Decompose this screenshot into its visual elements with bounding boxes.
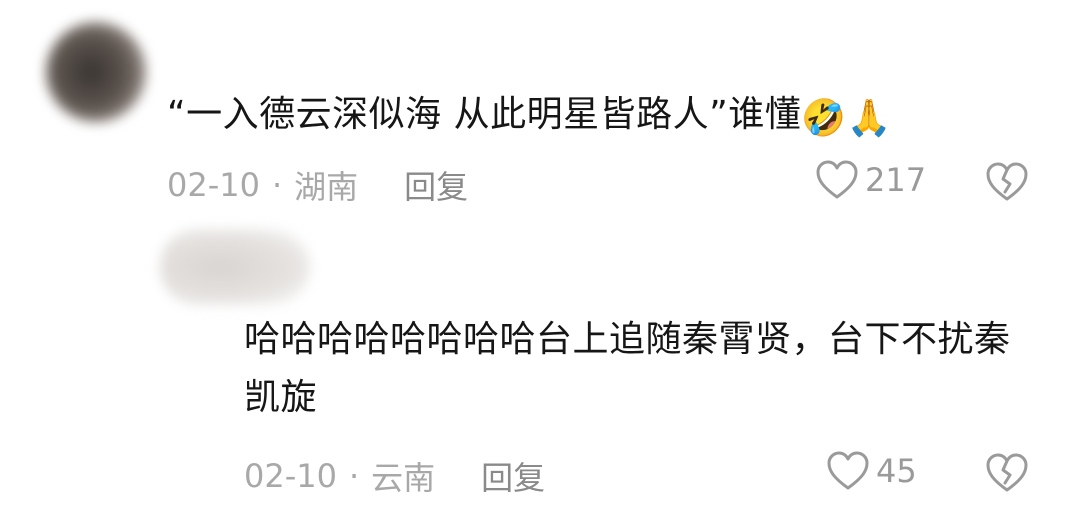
comment-date: 02-10 bbox=[167, 166, 260, 204]
comment-date: 02-10 bbox=[244, 457, 337, 495]
reply-button[interactable]: 回复 bbox=[404, 162, 468, 208]
dislike-button[interactable] bbox=[985, 453, 1029, 497]
heart-icon bbox=[816, 160, 858, 199]
comment-text: 哈哈哈哈哈哈哈哈台上追随秦霄贤，台下不扰秦凯旋 bbox=[244, 311, 1044, 427]
folded-hands-emoji: 🙏 bbox=[846, 98, 892, 139]
like-count: 45 bbox=[876, 452, 917, 490]
heart-icon bbox=[827, 451, 869, 490]
comment-item: 哈哈哈哈哈哈哈哈台上追随秦霄贤，台下不扰秦凯旋 02-10 · 云南 回复 45 bbox=[0, 215, 1079, 526]
comment-location: 云南 bbox=[371, 459, 436, 497]
comment-location: 湖南 bbox=[294, 168, 359, 206]
comment-item: “一入德云深似海 从此明星皆路人”谁懂🤣🙏 02-10 · 湖南 回复 217 bbox=[0, 0, 1079, 215]
separator-dot: · bbox=[348, 457, 360, 495]
broken-heart-icon bbox=[986, 453, 1028, 492]
comment-body: “一入德云深似海 从此明星皆路人”谁懂 bbox=[167, 94, 802, 135]
comment-meta: 02-10 · 湖南 回复 bbox=[167, 162, 468, 208]
dislike-button[interactable] bbox=[985, 162, 1029, 206]
like-button[interactable]: 45 bbox=[826, 451, 917, 491]
comment-text: “一入德云深似海 从此明星皆路人”谁懂🤣🙏 bbox=[167, 86, 1047, 144]
like-button[interactable]: 217 bbox=[815, 160, 926, 200]
comment-meta: 02-10 · 云南 回复 bbox=[244, 453, 545, 499]
broken-heart-icon bbox=[986, 162, 1028, 201]
reply-button[interactable]: 回复 bbox=[481, 453, 545, 499]
separator-dot: · bbox=[271, 166, 283, 204]
avatar[interactable] bbox=[46, 22, 146, 122]
rofl-emoji: 🤣 bbox=[801, 98, 847, 139]
avatar[interactable] bbox=[160, 229, 310, 305]
comment-body: 哈哈哈哈哈哈哈哈台上追随秦霄贤，台下不扰秦凯旋 bbox=[244, 319, 1011, 418]
like-count: 217 bbox=[865, 161, 927, 199]
